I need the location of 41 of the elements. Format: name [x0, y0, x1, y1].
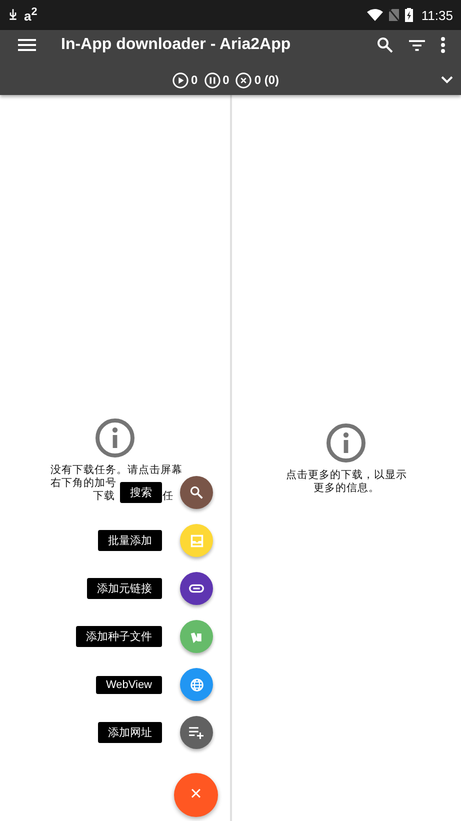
toolbar-title: In-App downloader - Aria2App: [61, 36, 291, 54]
play-icon: [172, 72, 189, 88]
fab-label: 添加种子文件: [76, 626, 162, 647]
info-icon: [326, 423, 366, 463]
mini-fab[interactable]: [180, 716, 213, 749]
stopped-icon: [235, 72, 252, 88]
fab-label: WebView: [96, 676, 162, 694]
paused-count: 0: [222, 73, 230, 87]
usb-icon: [8, 9, 18, 21]
wifi-icon: [367, 9, 384, 21]
fab-label: 添加元链接: [87, 578, 162, 599]
empty-message-fragment: 右下角的加号: [50, 477, 117, 490]
fab-label: 搜索: [120, 482, 162, 503]
mini-fab[interactable]: [180, 476, 213, 509]
search-icon: [377, 37, 393, 53]
chevron-down-icon: [441, 76, 453, 84]
close-fab[interactable]: ×: [174, 772, 218, 816]
link-icon: [189, 584, 204, 593]
globe-icon: [190, 678, 204, 692]
playlist-add-icon: [189, 726, 204, 739]
inbox-icon: [190, 534, 204, 548]
more-icon: [441, 37, 445, 53]
info-icon: [94, 418, 135, 458]
empty-message-fragment: 下载: [93, 490, 116, 503]
mini-fab[interactable]: [180, 572, 213, 605]
pause-icon: [204, 72, 221, 88]
empty-message: 点击更多的下载，以显示更多的信息。: [284, 469, 408, 495]
stopped-count: 0 (0): [254, 73, 280, 87]
menu-icon: [18, 39, 36, 51]
active-count: 0: [190, 73, 198, 87]
no-sim-icon: [389, 9, 400, 21]
empty-message-fragment: 没有下载任务。请点击屏幕: [50, 464, 179, 477]
notification-icon-text: a$^{2}$: [24, 6, 38, 24]
fab-label: 批量添加: [98, 530, 162, 551]
empty-message-fragment: 任: [162, 490, 174, 503]
search-icon: [190, 486, 203, 499]
fab-label: 添加网址: [98, 722, 162, 743]
filter-icon: [409, 40, 425, 50]
battery-icon: [405, 8, 414, 22]
torrent-icon: [190, 630, 204, 644]
status-time: 11:35: [421, 8, 453, 22]
